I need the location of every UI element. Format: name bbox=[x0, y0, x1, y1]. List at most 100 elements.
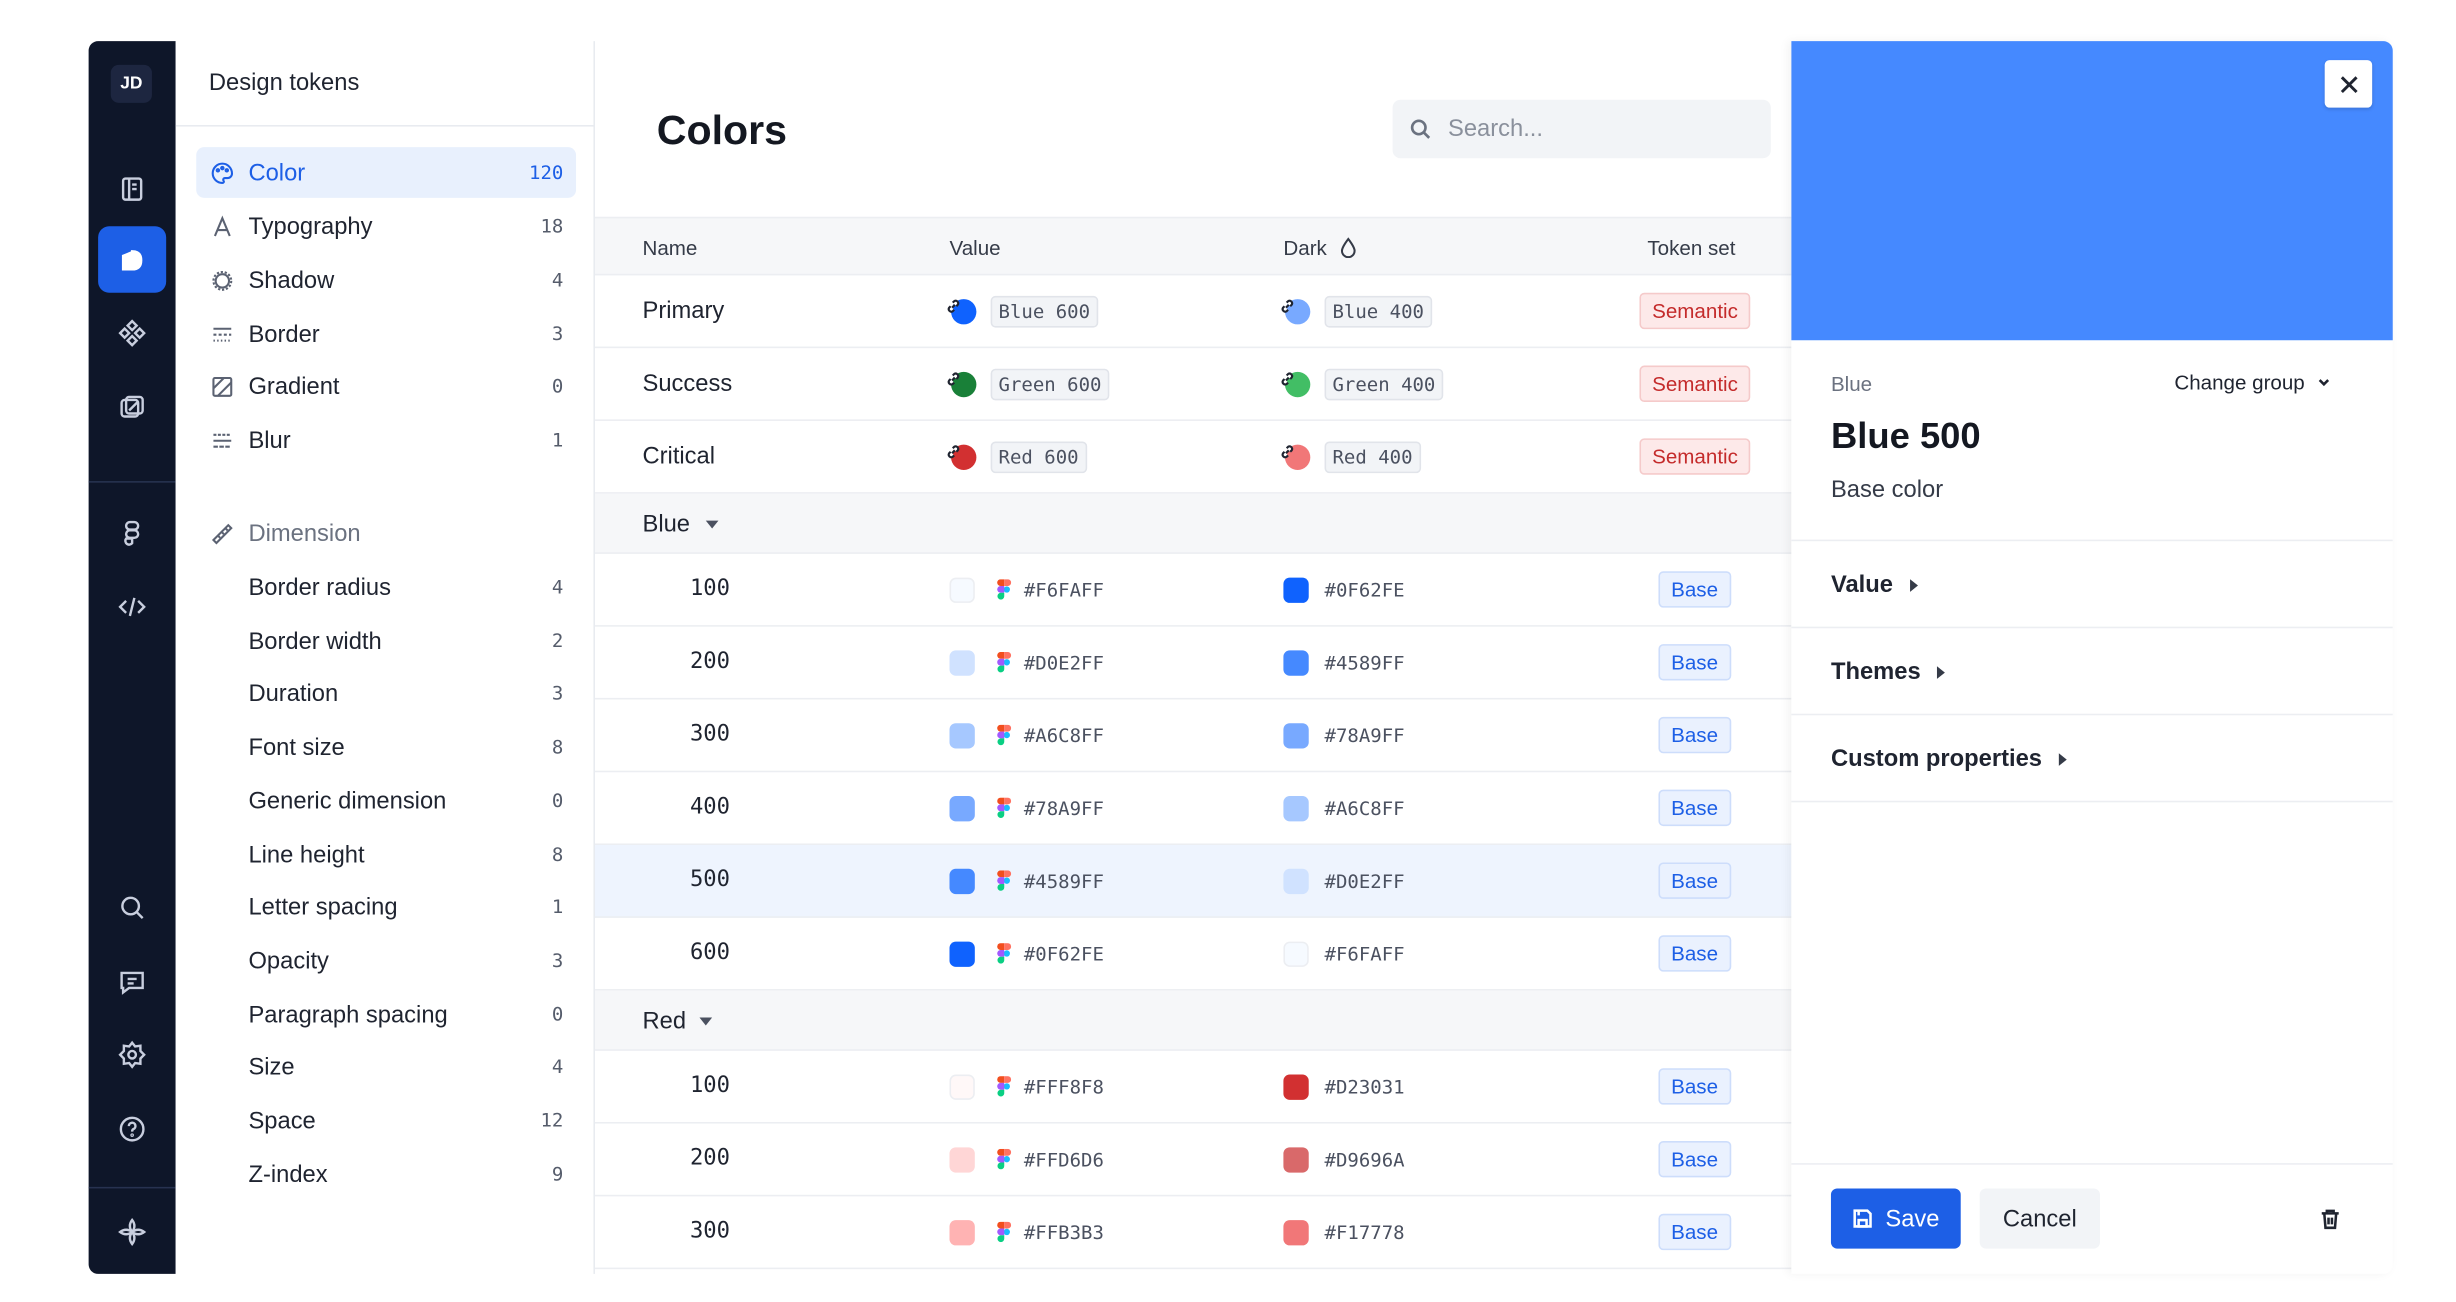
token-set-badge[interactable]: Base bbox=[1658, 935, 1731, 972]
delete-button[interactable] bbox=[2312, 1201, 2347, 1236]
settings-icon[interactable] bbox=[98, 1021, 166, 1087]
sidebar-item-z-index[interactable]: Z-index 9 bbox=[196, 1149, 576, 1200]
group-header[interactable]: Red bbox=[595, 990, 1792, 1051]
col-dark[interactable]: Dark bbox=[1283, 236, 1326, 260]
alias-chip[interactable]: Green 400 bbox=[1324, 368, 1444, 401]
table-row[interactable]: Success Green 600 Green 400 Semantic bbox=[595, 348, 1792, 421]
cancel-button[interactable]: Cancel bbox=[1979, 1188, 2100, 1249]
alias-chip[interactable]: Green 600 bbox=[990, 368, 1110, 401]
token-set-badge[interactable]: Base bbox=[1658, 571, 1731, 608]
sidebar-item-border[interactable]: Border 3 bbox=[196, 309, 576, 360]
blur-icon bbox=[209, 427, 234, 452]
sidebar-item-border-width[interactable]: Border width 2 bbox=[196, 616, 576, 667]
table-row[interactable]: Primary Blue 600 Blue 400 Semantic bbox=[595, 275, 1792, 349]
sidebar-item-letter-spacing[interactable]: Letter spacing 1 bbox=[196, 881, 576, 932]
color-swatch bbox=[1283, 1074, 1309, 1100]
save-button[interactable]: Save bbox=[1830, 1188, 1961, 1249]
table-row[interactable]: 600 #0F62FE #F6FAFF Base bbox=[595, 918, 1792, 991]
alias-chip[interactable]: Red 600 bbox=[990, 441, 1087, 474]
alias-chip[interactable]: Blue 400 bbox=[1324, 295, 1432, 328]
token-set-badge[interactable]: Semantic bbox=[1639, 292, 1751, 330]
color-value: #FFF8F8 bbox=[1023, 1076, 1104, 1099]
token-set-badge[interactable]: Base bbox=[1658, 716, 1731, 754]
sidebar-item-line-height[interactable]: Line height 8 bbox=[196, 829, 576, 880]
token-set-badge[interactable]: Base bbox=[1658, 862, 1731, 899]
sidebar-item-paragraph-spacing[interactable]: Paragraph spacing 0 bbox=[196, 989, 576, 1040]
figma-icon bbox=[997, 797, 1012, 819]
color-value: #D0E2FF bbox=[1023, 651, 1104, 675]
token-set-badge[interactable]: Base bbox=[1658, 1140, 1731, 1178]
caret-down-icon bbox=[705, 520, 719, 529]
table-row[interactable]: 100 #FFF8F8 #D23031 Base bbox=[595, 1051, 1792, 1124]
sidebar-item-size[interactable]: Size 4 bbox=[196, 1041, 576, 1092]
section-custom-properties[interactable]: Custom properties bbox=[1791, 713, 2393, 801]
token-set-badge[interactable]: Base bbox=[1658, 1068, 1731, 1105]
color-swatch bbox=[1283, 577, 1309, 603]
col-value[interactable]: Value bbox=[950, 236, 1001, 260]
dark-value: #D23031 bbox=[1324, 1076, 1405, 1099]
book-icon[interactable] bbox=[98, 155, 166, 221]
color-swatch bbox=[949, 868, 975, 895]
sidebar-item-duration[interactable]: Duration 3 bbox=[196, 668, 576, 719]
search-icon[interactable] bbox=[98, 874, 166, 940]
token-detail-panel: Blue Change group Blue 500 Base color Va… bbox=[1791, 41, 2393, 1274]
table-row[interactable]: 100 #F6FAFF #0F62FE Base bbox=[595, 554, 1792, 627]
col-token-set[interactable]: Token set bbox=[1647, 236, 1735, 260]
table-row[interactable]: 200 #FFD6D6 #D9696A Base bbox=[595, 1124, 1792, 1197]
comments-icon[interactable] bbox=[98, 948, 166, 1014]
section-value[interactable]: Value bbox=[1791, 539, 2393, 627]
components-icon[interactable] bbox=[98, 299, 166, 365]
sidebar-item-border-radius[interactable]: Border radius 4 bbox=[196, 562, 576, 613]
sidebar-item-typography[interactable]: Typography 18 bbox=[196, 201, 576, 252]
alias-chip[interactable]: Red 400 bbox=[1324, 441, 1421, 474]
trash-icon bbox=[2320, 1208, 2338, 1229]
token-set-badge[interactable]: Base bbox=[1658, 644, 1731, 681]
sidebar-item-space[interactable]: Space 12 bbox=[196, 1095, 576, 1146]
color-swatch bbox=[949, 1074, 975, 1100]
sidebar-item-generic-dimension[interactable]: Generic dimension 0 bbox=[196, 775, 576, 826]
code-icon[interactable] bbox=[98, 573, 166, 639]
color-swatch bbox=[1283, 1220, 1309, 1246]
main-content: Colors Search... Name Value Dark Token s… bbox=[595, 41, 1792, 1274]
token-set-badge[interactable]: Semantic bbox=[1639, 365, 1751, 402]
alias-chip[interactable]: Blue 600 bbox=[990, 295, 1098, 328]
token-set-badge[interactable]: Base bbox=[1658, 789, 1731, 827]
avatar[interactable]: JD bbox=[110, 64, 152, 103]
sidebar-item-shadow[interactable]: Shadow 4 bbox=[196, 255, 576, 306]
figma-icon[interactable] bbox=[98, 500, 166, 566]
tokens-icon[interactable] bbox=[98, 226, 167, 293]
sidebar-item-opacity[interactable]: Opacity 3 bbox=[196, 935, 576, 986]
sidebar-item-font-size[interactable]: Font size 8 bbox=[196, 722, 576, 773]
help-icon[interactable] bbox=[98, 1095, 166, 1161]
token-name: 200 bbox=[689, 1145, 731, 1172]
col-name[interactable]: Name bbox=[642, 236, 697, 260]
link-icon bbox=[946, 293, 960, 313]
color-swatch bbox=[1283, 650, 1309, 676]
sidebar-item-gradient[interactable]: Gradient 0 bbox=[196, 361, 576, 412]
styles-icon[interactable] bbox=[98, 373, 166, 439]
table-row[interactable]: 400 #78A9FF #A6C8FF Base bbox=[595, 772, 1792, 846]
sidebar-item-blur[interactable]: Blur 1 bbox=[196, 415, 576, 466]
section-themes[interactable]: Themes bbox=[1791, 626, 2393, 714]
group-header[interactable]: Blue bbox=[595, 493, 1792, 554]
logo-icon[interactable] bbox=[98, 1198, 166, 1264]
token-name: Blue 500 bbox=[1830, 414, 1981, 456]
token-set-badge[interactable]: Semantic bbox=[1639, 438, 1751, 475]
sidebar-item-color[interactable]: Color 120 bbox=[196, 147, 577, 198]
dark-value: #78A9FF bbox=[1324, 724, 1405, 747]
table-row[interactable]: 200 #D0E2FF #4589FF Base bbox=[595, 627, 1792, 700]
token-set-badge[interactable]: Base bbox=[1658, 1213, 1731, 1251]
token-name: 600 bbox=[689, 940, 731, 966]
search-input[interactable]: Search... bbox=[1392, 99, 1771, 159]
table-row[interactable]: Critical Red 600 Red 400 Semantic bbox=[595, 421, 1792, 494]
color-preview bbox=[1791, 41, 2393, 341]
table-row[interactable]: 500 #4589FF #D0E2FF Base bbox=[595, 845, 1792, 918]
shadow-icon bbox=[209, 267, 234, 292]
table-row[interactable]: 300 #A6C8FF #78A9FF Base bbox=[595, 699, 1792, 773]
table-row[interactable]: 300 #FFB3B3 #F17778 Base bbox=[595, 1196, 1792, 1270]
drop-icon bbox=[1340, 237, 1356, 258]
change-group-button[interactable]: Change group bbox=[2174, 370, 2331, 394]
sidebar-section-dimension[interactable]: Dimension bbox=[196, 508, 576, 559]
app-rail: JD bbox=[88, 41, 176, 1274]
close-button[interactable] bbox=[2324, 60, 2373, 108]
